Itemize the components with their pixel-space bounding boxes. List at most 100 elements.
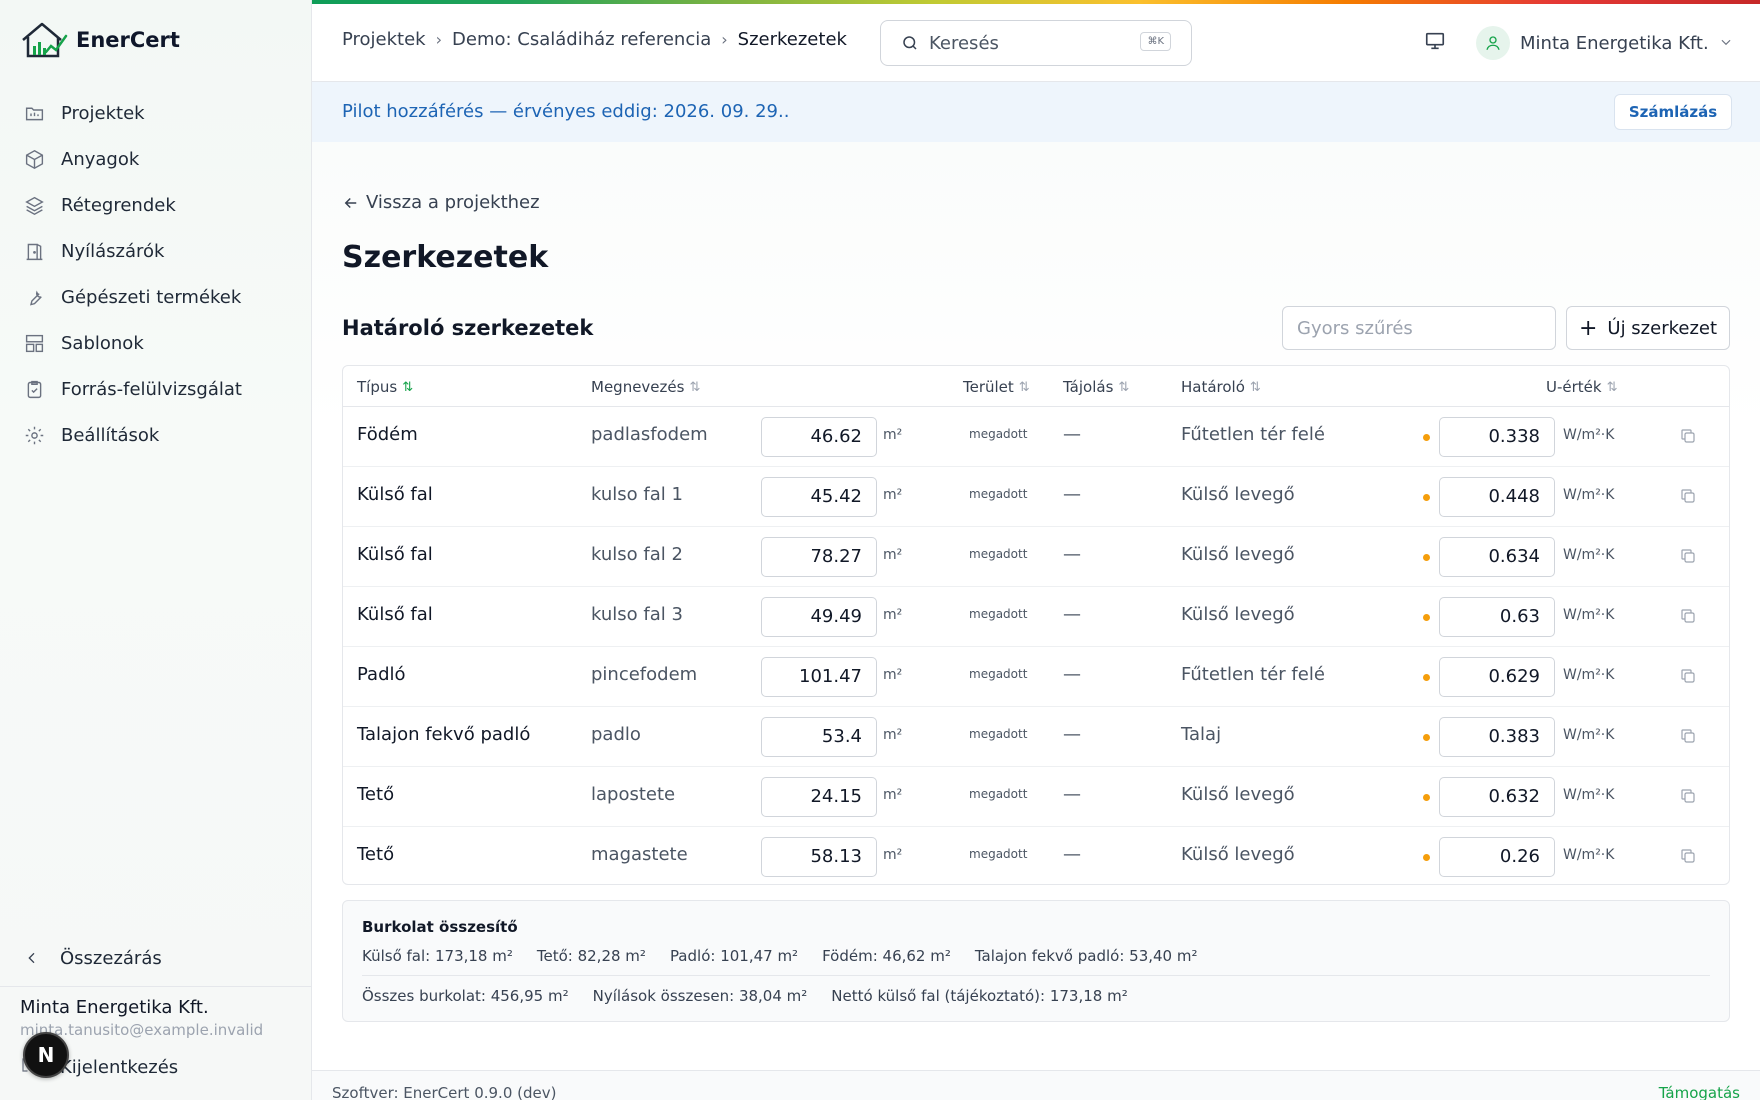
sidebar-item-forras-felulvizsgalat[interactable]: Forrás-felülvizsgálat [22, 366, 292, 412]
u-value-unit: W/m²·K [1563, 727, 1615, 743]
folder-icon [22, 101, 46, 125]
sort-icon: ⇅ [402, 379, 414, 395]
table-row[interactable]: Tető magastete 58.13 m² megadott — Külső leveg… [343, 827, 1729, 884]
breadcrumb-projektek[interactable]: Projektek [342, 29, 426, 50]
status-dot-icon [1423, 734, 1430, 741]
area-source-label: megadott [969, 787, 1028, 801]
brand-logo[interactable]: EnerCert [20, 20, 180, 60]
area-input[interactable]: 46.62 [761, 417, 877, 457]
area-input[interactable]: 45.42 [761, 477, 877, 517]
orientation-value: — [1063, 724, 1081, 745]
duplicate-icon[interactable] [1679, 667, 1697, 690]
sidebar-item-nyilaszarok[interactable]: Nyílászárók [22, 228, 292, 274]
chevron-right-icon: › [721, 30, 728, 49]
column-header-name[interactable]: Megnevezés ⇅ [591, 378, 700, 396]
duplicate-icon[interactable] [1679, 487, 1697, 510]
area-unit: m² [883, 487, 903, 503]
pilot-access-banner: Pilot hozzáférés — érvényes eddig: 2026.… [312, 82, 1760, 142]
area-input[interactable]: 53.4 [761, 717, 877, 757]
area-unit: m² [883, 547, 903, 563]
u-value-input[interactable]: 0.634 [1439, 537, 1555, 577]
sidebar-item-projektek[interactable]: Projektek [22, 90, 292, 136]
structure-type: Födém [357, 424, 418, 445]
summary-item: Külső fal: 173,18 m² [362, 947, 513, 965]
area-source-label: megadott [969, 427, 1028, 441]
table-row[interactable]: Külső fal kulso fal 3 49.49 m² megadott — Küls… [343, 587, 1729, 647]
status-dot-icon [1423, 674, 1430, 681]
area-unit: m² [883, 667, 903, 683]
duplicate-icon[interactable] [1679, 727, 1697, 750]
back-to-project-link[interactable]: Vissza a projekthez [342, 192, 540, 213]
sidebar-item-retegrendek[interactable]: Rétegrendek [22, 182, 292, 228]
sidebar-item-label: Gépészeti termékek [61, 286, 242, 308]
quick-filter-input[interactable] [1282, 306, 1556, 350]
duplicate-icon[interactable] [1679, 787, 1697, 810]
duplicate-icon[interactable] [1679, 607, 1697, 630]
orientation-value: — [1063, 664, 1081, 685]
column-header-u-value[interactable]: U-érték ⇅ [1546, 378, 1618, 396]
new-structure-button[interactable]: + Új szerkezet [1566, 306, 1730, 350]
logout-label: Kijelentkezés [60, 1056, 179, 1078]
search-input[interactable]: Keresés ⌘K [880, 20, 1192, 66]
area-input[interactable]: 49.49 [761, 597, 877, 637]
u-value-unit: W/m²·K [1563, 427, 1615, 443]
column-label: Határoló [1181, 378, 1245, 396]
billing-button[interactable]: Számlázás [1614, 94, 1732, 130]
u-value-input[interactable]: 0.63 [1439, 597, 1555, 637]
breadcrumb-current: Szerkezetek [737, 29, 847, 50]
chevron-right-icon: › [435, 30, 443, 49]
column-header-orientation[interactable]: Tájolás ⇅ [1063, 378, 1129, 396]
sidebar-item-sablonok[interactable]: Sablonok [22, 320, 292, 366]
table-row[interactable]: Padló pincefodem 101.47 m² megadott — Fűtetlen… [343, 647, 1729, 707]
table-row[interactable]: Külső fal kulso fal 2 78.27 m² megadott — Küls… [343, 527, 1729, 587]
column-label: U-érték [1546, 378, 1602, 396]
area-source-label: megadott [969, 667, 1028, 681]
sidebar-item-beallitasok[interactable]: Beállítások [22, 412, 292, 458]
u-value-input[interactable]: 0.338 [1439, 417, 1555, 457]
chevron-left-icon [24, 950, 48, 966]
support-link[interactable]: Támogatás [1659, 1084, 1740, 1100]
column-label: Típus [357, 378, 398, 396]
area-input[interactable]: 58.13 [761, 837, 877, 877]
column-header-area[interactable]: Terület ⇅ [963, 378, 1030, 396]
u-value-input[interactable]: 0.383 [1439, 717, 1555, 757]
duplicate-icon[interactable] [1679, 427, 1697, 450]
table-row[interactable]: Külső fal kulso fal 1 45.42 m² megadott — Küls… [343, 467, 1729, 527]
sidebar-item-anyagok[interactable]: Anyagok [22, 136, 292, 182]
structure-name: lapostete [591, 784, 676, 805]
column-label: Megnevezés [591, 378, 685, 396]
house-chart-logo-icon [22, 22, 68, 58]
sidebar-item-gepeszeti-termekek[interactable]: Gépészeti termékek [22, 274, 292, 320]
area-unit: m² [883, 727, 903, 743]
area-source-label: megadott [969, 847, 1028, 861]
area-input[interactable]: 101.47 [761, 657, 877, 697]
structure-type: Tető [357, 844, 395, 865]
u-value-input[interactable]: 0.632 [1439, 777, 1555, 817]
column-header-boundary[interactable]: Határoló ⇅ [1181, 378, 1261, 396]
duplicate-icon[interactable] [1679, 547, 1697, 570]
u-value-input[interactable]: 0.448 [1439, 477, 1555, 517]
boundary-value: Külső levegő [1181, 784, 1295, 805]
breadcrumb-project[interactable]: Demo: Családiház referencia [452, 29, 711, 50]
search-shortcut: ⌘K [1140, 32, 1171, 51]
u-value-input[interactable]: 0.629 [1439, 657, 1555, 697]
area-input[interactable]: 24.15 [761, 777, 877, 817]
assistant-fab-button[interactable]: N [23, 1032, 69, 1078]
summary-title: Burkolat összesítő [362, 918, 518, 936]
software-version: Szoftver: EnerCert 0.9.0 (dev) [332, 1084, 557, 1100]
monitor-icon[interactable] [1424, 30, 1446, 56]
table-row[interactable]: Tető lapostete 24.15 m² megadott — Külső leveg… [343, 767, 1729, 827]
collapse-sidebar-button[interactable]: Összezárás [24, 942, 162, 974]
area-input[interactable]: 78.27 [761, 537, 877, 577]
wrench-icon [22, 285, 46, 309]
duplicate-icon[interactable] [1679, 847, 1697, 870]
sidebar-divider [0, 986, 312, 987]
table-row[interactable]: Talajon fekvő padló padlo 53.4 m² megadott — T… [343, 707, 1729, 767]
table-row[interactable]: Födém padlasfodem 46.62 m² megadott — Fűtetlen… [343, 407, 1729, 467]
column-header-type[interactable]: Típus ⇅ [357, 378, 413, 396]
user-menu[interactable]: Minta Energetika Kft. [1476, 24, 1733, 62]
u-value-input[interactable]: 0.26 [1439, 837, 1555, 877]
structure-type: Külső fal [357, 604, 433, 625]
status-dot-icon [1423, 614, 1430, 621]
area-unit: m² [883, 787, 903, 803]
